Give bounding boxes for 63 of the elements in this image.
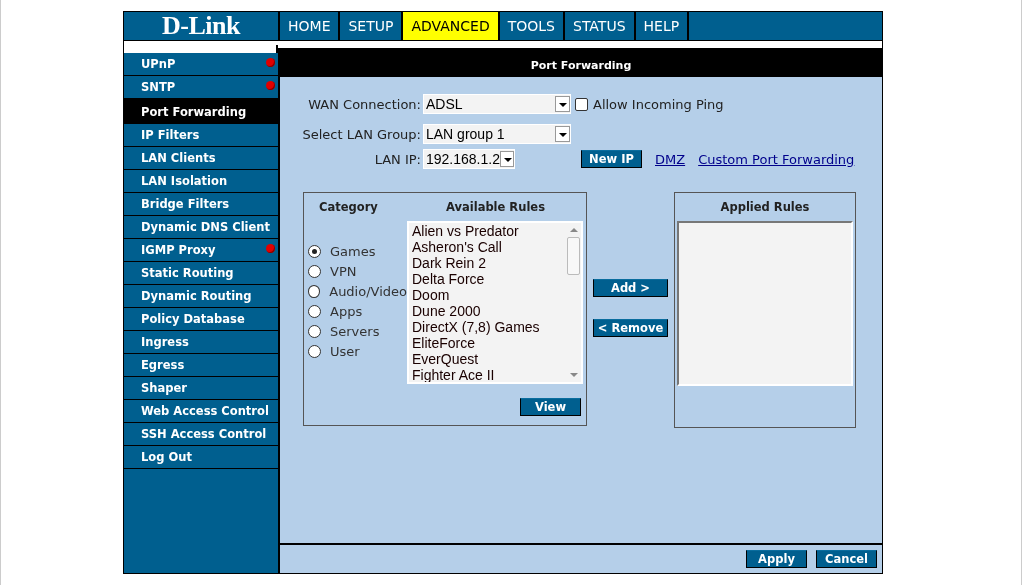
list-item[interactable]: Asheron's Call [412,239,566,255]
radio-label: Audio/Video [329,283,407,299]
list-item[interactable]: Fighter Ace II [412,367,566,382]
sidebar-item[interactable]: Static Routing [124,262,278,285]
column-heading: Category [319,200,379,214]
radio-button[interactable] [308,304,321,318]
list-item[interactable]: EverQuest [412,351,566,367]
list-item[interactable]: Dune 2000 [412,303,566,319]
sidebar-item[interactable]: LAN Clients [124,147,278,170]
list-item[interactable]: Delta Force [412,271,566,287]
radio-button[interactable] [308,344,321,358]
sidebar-item[interactable]: Ingress [124,331,278,354]
nav-tab[interactable]: ADVANCED [403,12,500,40]
sidebar-item[interactable]: LAN Isolation [124,170,278,193]
sidebar-item[interactable]: Web Access Control [124,400,278,423]
list-item[interactable]: Dark Rein 2 [412,255,566,271]
sidebar-item[interactable]: Bridge Filters [124,193,278,216]
checkbox[interactable] [575,97,588,111]
field-label: WAN Connection: [307,96,422,112]
radio-label: Games [330,243,376,259]
radio-button[interactable] [308,244,321,258]
field-label: LAN IP: [373,151,422,167]
sidebar-item[interactable]: Shaper [124,377,278,400]
applied-rules-list[interactable] [677,221,853,386]
view-button[interactable]: View [520,398,581,416]
radio-button[interactable] [308,264,321,278]
radio-label: VPN [330,263,357,279]
radio-label: User [330,343,360,359]
available-rules-list[interactable]: Alien vs Predator Asheron's Call Dark Rein 2 Delta Force Doom Dune 2000 DirectX (7,8) Games EliteForce EverQuest Fighter Ace II [407,221,583,384]
sidebar-item[interactable]: Egress [124,354,278,377]
sidebar-item[interactable]: Dynamic Routing [124,285,278,308]
checkbox-label: Allow Incoming Ping [593,96,724,112]
list-item[interactable]: Alien vs Predator [412,223,566,239]
column-heading: Available Rules [446,200,545,214]
page-title: Port Forwarding [530,58,632,72]
sidebar-item[interactable]: Port Forwarding [124,101,278,124]
lan-group-select[interactable]: LAN group 1 [423,124,571,144]
sidebar-item[interactable]: IP Filters [124,124,278,147]
radio-button[interactable] [308,284,321,298]
wan-connection-select[interactable]: ADSL [423,94,571,114]
sidebar-item[interactable]: UPnP [124,53,278,76]
sidebar-item[interactable]: Policy Database [124,308,278,331]
link[interactable]: DMZ [655,151,686,167]
sidebar-item[interactable]: IGMP Proxy [124,239,278,262]
new-ip-button[interactable]: New IP [581,150,642,168]
logo: D-Link [162,12,240,40]
list-item[interactable]: DirectX (7,8) Games [412,319,566,335]
radio-label: Apps [330,303,363,319]
sidebar-item[interactable]: SSH Access Control [124,423,278,446]
link[interactable]: Custom Port Forwarding [698,151,855,167]
add-button[interactable]: Add > [593,279,668,297]
sidebar-item[interactable]: Dynamic DNS Client [124,216,278,239]
field-label: Select LAN Group: [301,126,422,142]
footer-button[interactable]: Cancel [816,550,877,568]
radio-label: Servers [330,323,380,339]
lan-ip-select[interactable]: 192.168.1.2 [423,149,515,169]
list-item[interactable]: Doom [412,287,566,303]
footer-button[interactable]: Apply [746,550,807,568]
column-heading: Applied Rules [720,200,810,214]
radio-button[interactable] [308,324,321,338]
remove-button[interactable]: < Remove [593,319,668,337]
sidebar-item[interactable]: Log Out [124,446,278,469]
list-item[interactable]: EliteForce [412,335,566,351]
